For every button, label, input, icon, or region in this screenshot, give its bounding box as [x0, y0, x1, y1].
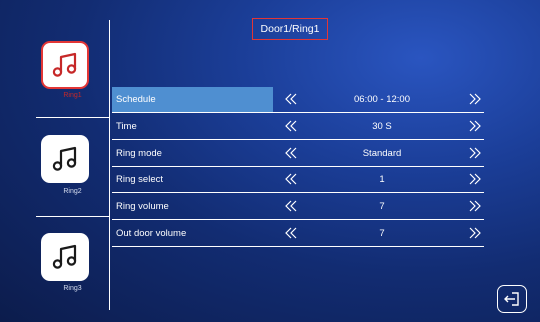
- row-value: 30 S: [372, 121, 392, 132]
- sidebar-item-ring1[interactable]: [41, 41, 89, 89]
- sidebar-item-ring2[interactable]: [41, 135, 89, 183]
- row-value: 7: [379, 201, 385, 212]
- chevron-double-right-icon[interactable]: [468, 227, 482, 239]
- sidebar-item-label: Ring1: [63, 92, 82, 99]
- settings-row-ring-volume[interactable]: Ring volume 7: [112, 194, 484, 220]
- chevron-double-right-icon[interactable]: [468, 120, 482, 132]
- row-label: Schedule: [116, 94, 156, 105]
- music-note-icon: [52, 244, 77, 269]
- sidebar-item-label: Ring2: [63, 188, 82, 195]
- row-label: Ring mode: [116, 148, 162, 159]
- row-separator: [112, 139, 484, 140]
- chevron-double-right-icon[interactable]: [468, 147, 482, 159]
- row-separator: [112, 219, 484, 220]
- row-value: 06:00 - 12:00: [354, 94, 410, 105]
- chevron-double-right-icon[interactable]: [468, 93, 482, 105]
- sidebar-divider: [109, 20, 110, 310]
- row-value: 7: [379, 228, 385, 239]
- row-separator: [112, 246, 484, 247]
- exit-icon: [504, 292, 519, 306]
- chevron-double-left-icon[interactable]: [284, 227, 298, 239]
- row-value: Standard: [362, 148, 402, 159]
- page-title-text: Door1/Ring1: [260, 23, 320, 35]
- chevron-double-left-icon[interactable]: [284, 147, 298, 159]
- chevron-double-right-icon[interactable]: [468, 173, 482, 185]
- row-value: 1: [379, 174, 385, 185]
- chevron-double-left-icon[interactable]: [284, 93, 298, 105]
- row-label: Ring volume: [116, 201, 169, 212]
- music-note-icon: [52, 52, 77, 77]
- sidebar-item-label: Ring3: [63, 285, 82, 292]
- page-title: Door1/Ring1: [252, 18, 328, 40]
- chevron-double-left-icon[interactable]: [284, 200, 298, 212]
- row-separator: [112, 112, 484, 113]
- settings-row-ring-select[interactable]: Ring select 1: [112, 167, 484, 193]
- music-note-icon: [52, 146, 77, 171]
- sidebar-item-ring3[interactable]: [41, 233, 89, 281]
- exit-button[interactable]: [497, 285, 527, 313]
- settings-row-time[interactable]: Time 30 S: [112, 114, 484, 140]
- settings-row-schedule[interactable]: Schedule 06:00 - 12:00: [112, 87, 484, 113]
- chevron-double-right-icon[interactable]: [468, 200, 482, 212]
- row-separator: [112, 192, 484, 193]
- row-label: Time: [116, 121, 137, 132]
- ring-settings-screen: Ring1 Ring2 Ring3 Door1/Ring1 Schedule 0…: [0, 0, 540, 322]
- chevron-double-left-icon[interactable]: [284, 120, 298, 132]
- sidebar-separator: [36, 117, 109, 118]
- row-label: Ring select: [116, 174, 163, 185]
- sidebar-separator: [36, 216, 109, 217]
- settings-row-ring-mode[interactable]: Ring mode Standard: [112, 141, 484, 167]
- settings-row-out-door-volume[interactable]: Out door volume 7: [112, 221, 484, 247]
- chevron-double-left-icon[interactable]: [284, 173, 298, 185]
- row-label: Out door volume: [116, 228, 187, 239]
